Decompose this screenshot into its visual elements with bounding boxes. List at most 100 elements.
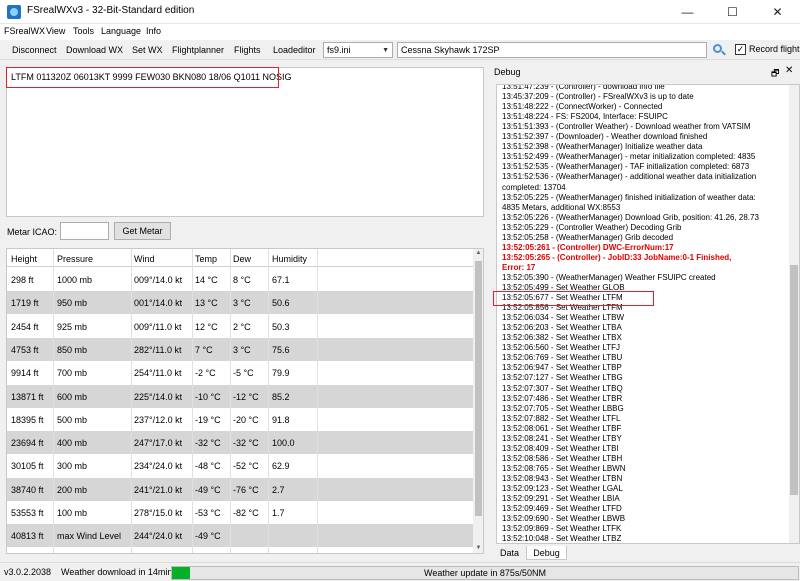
download-wx-button[interactable]: Download WX [64, 43, 125, 57]
table-row[interactable]: 4753 ft 850 mb 282°/11.0 kt 7 °C 3 °C 75.6 [7, 337, 473, 361]
menu-info[interactable]: Info [146, 26, 161, 36]
col-dew[interactable]: Dew [233, 254, 251, 264]
log-line: 13:52:08:061 - Set Weather LTBF [502, 423, 622, 433]
table-row[interactable]: 23694 ft 400 mb 247°/17.0 kt -32 °C -32 °C 10… [7, 431, 473, 455]
log-line: 13:52:07:307 - Set Weather LTBQ [502, 383, 623, 393]
table-cell: 241°/21.0 kt [134, 484, 183, 495]
record-flight-checkbox[interactable]: ✓ [735, 44, 746, 55]
log-line: 13:52:05:225 - (WeatherManager) finished… [502, 192, 756, 202]
get-metar-button[interactable]: Get Metar [114, 222, 171, 240]
log-line: 4835 Metars, additional WX:8553 [502, 202, 621, 212]
table-cell: 200 mb [57, 484, 88, 495]
table-row[interactable]: 18395 ft 500 mb 237°/12.0 kt -19 °C -20 °C 91… [7, 408, 473, 431]
table-cell: 91.8 [272, 414, 290, 425]
aircraft-input[interactable]: Cessna Skyhawk 172SP [397, 42, 707, 58]
debug-panel-header: Debug 🗗 ✕ [490, 64, 800, 80]
table-row[interactable]: 9914 ft 700 mb 254°/11.0 kt -2 °C -5 °C 79.9 [7, 361, 473, 384]
table-cell: 8 °C [233, 275, 251, 285]
log-line: 13:52:09:469 - Set Weather LTFD [502, 504, 622, 514]
table-cell: 40813 ft [11, 531, 44, 542]
close-icon[interactable]: ✕ [785, 65, 793, 76]
table-cell: -52 °C [233, 461, 259, 472]
maximize-button[interactable]: ☐ [710, 0, 755, 24]
tab-debug[interactable]: Debug [526, 546, 567, 560]
col-height[interactable]: Height [11, 254, 37, 264]
table-cell: -49 °C [195, 531, 221, 542]
debug-highlight-box [493, 291, 654, 306]
table-cell: 12 °C [195, 321, 218, 332]
debug-scroll-thumb[interactable] [790, 265, 798, 495]
table-row[interactable]: 13871 ft 600 mb 225°/14.0 kt -10 °C -12 °C 85… [7, 384, 473, 408]
scroll-up-arrow[interactable]: ▲ [475, 250, 482, 256]
table-row[interactable]: 30105 ft 300 mb 234°/24.0 kt -48 °C -52 °C 62… [7, 454, 473, 477]
table-cell: 300 mb [57, 461, 88, 472]
table-scroll-thumb[interactable] [475, 261, 482, 516]
float-window-icon[interactable]: 🗗 [771, 66, 779, 82]
table-cell: 85.2 [272, 391, 290, 402]
menu-view[interactable]: View [46, 26, 65, 36]
log-line: 13:52:05:258 - (WeatherManager) Grib dec… [502, 232, 674, 242]
table-row[interactable]: 40813 ft max Wind Level 244°/24.0 kt -49 °C [7, 524, 473, 548]
table-cell: -10 °C [195, 391, 221, 402]
flightplanner-button[interactable]: Flightplanner [170, 43, 226, 57]
table-cell: 13 °C [195, 298, 218, 309]
loadeditor-button[interactable]: Loadeditor [271, 43, 318, 57]
log-line: 13:52:09:123 - Set Weather LGAL [502, 484, 623, 493]
table-cell: -32 °C [233, 438, 259, 449]
app-icon [7, 5, 21, 19]
metar-icao-input[interactable] [60, 222, 109, 240]
col-humidity[interactable]: Humidity [272, 254, 307, 264]
table-cell: -82 °C [233, 508, 259, 518]
disconnect-button[interactable]: Disconnect [10, 43, 59, 57]
log-line: 13:52:06:203 - Set Weather LTBA [502, 323, 622, 333]
col-wind[interactable]: Wind [134, 254, 155, 264]
table-row[interactable]: 1719 ft 950 mb 001°/14.0 kt 13 °C 3 °C 50.6 [7, 291, 473, 315]
table-cell: 53553 ft [11, 508, 44, 518]
log-line: Error: 17 [502, 262, 536, 272]
table-row[interactable]: 32016 ftTropopause242°/22.0 kt-53 °C [7, 548, 473, 553]
table-cell: 67.1 [272, 275, 290, 285]
table-scrollbar[interactable]: ▲ ▼ [473, 249, 483, 553]
log-line: 13:52:05:229 - (Controller Weather) Deco… [502, 222, 682, 232]
ini-select[interactable]: fs9.ini ▼ [323, 42, 393, 58]
log-line: 13:52:08:765 - Set Weather LBWN [502, 463, 626, 473]
table-row[interactable]: 2454 ft 925 mb 009°/11.0 kt 12 °C 2 °C 50.3 [7, 315, 473, 338]
table-cell: 950 mb [57, 298, 88, 309]
close-button[interactable]: ✕ [755, 0, 800, 24]
log-line: 13:52:06:769 - Set Weather LTBU [502, 353, 623, 363]
table-cell: 254°/11.0 kt [134, 368, 182, 379]
log-line: 13:52:05:390 - (WeatherManager) Weather … [502, 272, 716, 282]
tab-data[interactable]: Data [496, 546, 523, 560]
metar-display[interactable]: LTFM 011320Z 06013KT 9999 FEW030 BKN080 … [6, 67, 484, 217]
table-row[interactable]: 38740 ft 200 mb 241°/21.0 kt -49 °C -76 °C 2.… [7, 477, 473, 501]
log-line: 13:52:07:127 - Set Weather LTBG [502, 373, 623, 383]
log-line: 13:52:09:690 - Set Weather LBWB [502, 514, 626, 524]
table-cell: 30105 ft [11, 461, 44, 472]
table-cell: 225°/14.0 kt [134, 391, 183, 402]
log-line: 13:51:52:398 - (WeatherManager) Initiali… [502, 142, 703, 152]
menu-tools[interactable]: Tools [73, 26, 94, 36]
log-line: 13:51:47:239 - (Controller) - download i… [502, 84, 665, 91]
table-cell: 62.9 [272, 461, 290, 472]
set-wx-button[interactable]: Set WX [130, 43, 165, 57]
debug-log[interactable]: 13:51:47:239 - (Controller) - download i… [496, 84, 800, 544]
table-row[interactable]: 298 ft 1000 mb 009°/14.0 kt 14 °C 8 °C 67.1 [7, 268, 473, 291]
table-cell: 2 °C [233, 321, 251, 332]
search-button[interactable] [709, 42, 729, 58]
table-cell: 4753 ft [11, 344, 39, 355]
table-cell: 850 mb [57, 344, 88, 355]
col-pressure[interactable]: Pressure [57, 254, 93, 264]
table-cell: 3 °C [233, 298, 251, 309]
table-cell: 278°/15.0 kt [134, 508, 183, 518]
flights-button[interactable]: Flights [232, 43, 263, 57]
menu-fsrealwx[interactable]: FSrealWX [4, 26, 45, 36]
debug-scrollbar[interactable] [789, 85, 799, 543]
log-line: 13:51:52:499 - (WeatherManager) - metar … [502, 152, 756, 162]
minimize-button[interactable]: — [665, 0, 710, 24]
scroll-down-arrow[interactable]: ▼ [475, 545, 482, 551]
table-row[interactable]: 53553 ft 100 mb 278°/15.0 kt -53 °C -82 °C 1.… [7, 501, 473, 524]
log-line: 13:52:06:947 - Set Weather LTBP [502, 363, 622, 373]
table-cell: 38740 ft [11, 484, 44, 495]
menu-language[interactable]: Language [101, 26, 141, 36]
col-temp[interactable]: Temp [195, 254, 217, 264]
